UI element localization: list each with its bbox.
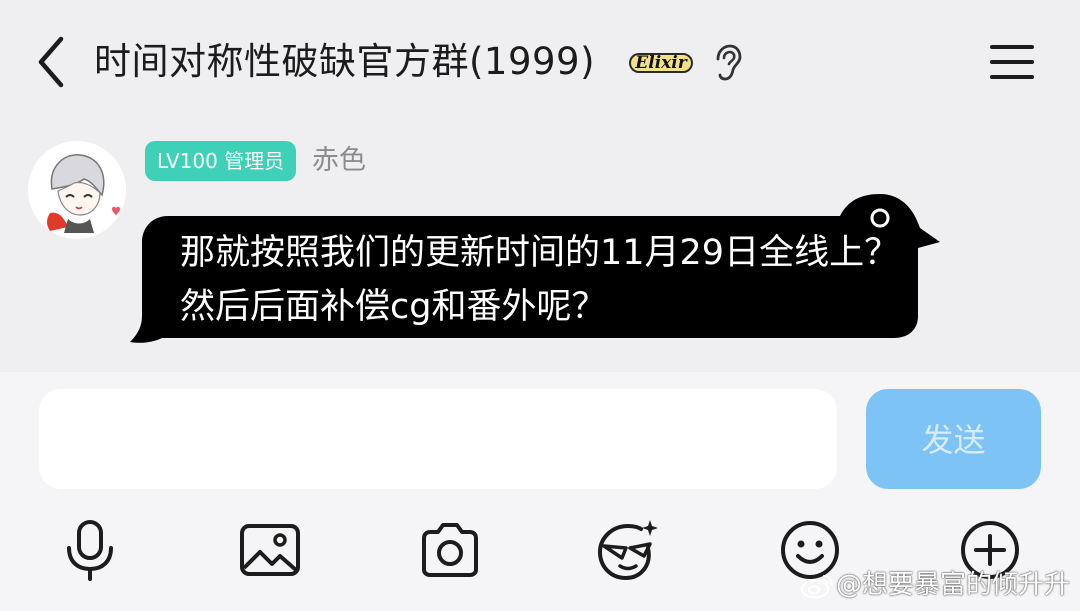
sender-name[interactable]: 赤色: [312, 141, 366, 181]
hamburger-menu-icon: [990, 45, 1034, 79]
chevron-left-icon: [38, 36, 64, 88]
send-button[interactable]: 发送: [866, 389, 1041, 489]
ear-icon[interactable]: [712, 44, 742, 82]
camera-icon: [422, 523, 478, 577]
menu-button[interactable]: [988, 42, 1036, 82]
sticker-button[interactable]: [596, 518, 660, 582]
watermark: @想要暴富的倾升升: [800, 567, 1070, 603]
image-button[interactable]: [238, 518, 302, 582]
message-text: 那就按照我们的更新时间的11月29日全线上？ 然后后面补偿cg和番外呢？: [180, 233, 900, 327]
level-badge: LV100 管理员: [145, 141, 297, 181]
chat-header: 时间对称性破缺官方群(1999) Elixir: [0, 0, 1080, 125]
elixir-badge-text: Elixir: [634, 53, 687, 73]
avatar[interactable]: [28, 141, 126, 239]
image-icon: [240, 524, 300, 576]
back-button[interactable]: [30, 34, 74, 90]
camera-button[interactable]: [418, 518, 482, 582]
weibo-logo-icon: [800, 574, 833, 599]
watermark-text: @想要暴富的倾升升: [836, 570, 1071, 600]
voice-button[interactable]: [58, 518, 122, 582]
microphone-icon: [67, 520, 113, 581]
message-input[interactable]: [39, 389, 837, 489]
message-bubble[interactable]: 那就按照我们的更新时间的11月29日全线上？ 然后后面补偿cg和番外呢？: [128, 190, 942, 348]
sticker-face-icon: [597, 520, 658, 581]
elixir-badge: Elixir: [628, 46, 694, 78]
group-title[interactable]: 时间对称性破缺官方群(1999): [94, 36, 595, 88]
